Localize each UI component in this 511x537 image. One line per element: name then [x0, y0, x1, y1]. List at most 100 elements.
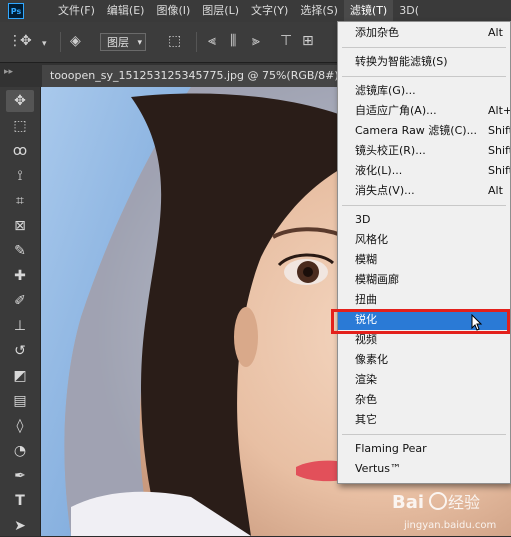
menu-item-shortcut: Alt: [488, 184, 503, 197]
baidu-watermark: Bai 经验 jingyan.baidu.com: [392, 492, 496, 531]
filter-menu-item[interactable]: 模糊: [338, 250, 510, 270]
menu-item-label: Flaming Pear: [355, 442, 427, 455]
auto-select-type-select[interactable]: 图层 ▾: [100, 33, 146, 51]
menu-item-shortcut: Shift: [488, 124, 511, 137]
filter-menu-item[interactable]: 转换为智能滤镜(S): [338, 52, 510, 72]
menu-item-label: 渲染: [355, 373, 377, 386]
move-tool-icon[interactable]: ✥: [20, 32, 32, 50]
filter-menu-item[interactable]: 滤镜库(G)...: [338, 81, 510, 101]
watermark-brand: Bai: [392, 492, 424, 513]
eyedropper-tool-icon[interactable]: ✎: [6, 240, 34, 262]
auto-select-layers-icon[interactable]: ◈: [70, 32, 81, 50]
menu-item[interactable]: 编辑(E): [101, 0, 151, 22]
lasso-tool-icon[interactable]: ꝏ: [6, 140, 34, 162]
dodge-tool-icon[interactable]: ◔: [6, 440, 34, 462]
filter-menu-item[interactable]: 液化(L)... Shift: [338, 161, 511, 181]
menu-separator: [342, 434, 506, 435]
document-tab[interactable]: tooopen_sy_151253125345775.jpg @ 75%(RGB…: [42, 65, 362, 87]
filter-menu-item[interactable]: 渲染: [338, 370, 510, 390]
transform-controls-icon[interactable]: ⬚: [168, 32, 181, 50]
align-left-icon[interactable]: ⫷: [208, 32, 216, 50]
menu-item-label: 像素化: [355, 353, 388, 366]
menu-item[interactable]: 选择(S): [294, 0, 344, 22]
filter-menu-item[interactable]: Camera Raw 滤镜(C)... Shift: [338, 121, 511, 141]
filter-menu-item[interactable]: Vertus™: [338, 459, 510, 479]
watermark-url: jingyan.baidu.com: [403, 520, 496, 531]
divider: [196, 32, 197, 52]
photoshop-logo-icon: Ps: [8, 3, 24, 19]
menu-item-label: 转换为智能滤镜(S): [355, 55, 448, 68]
filter-menu-item[interactable]: 杂色: [338, 390, 510, 410]
menu-item-label: 镜头校正(R)...: [355, 144, 426, 157]
filter-menu-item[interactable]: 风格化: [338, 230, 510, 250]
toolbox: ✥ ⬚ ꝏ ⟟ ⌗ ⊠ ✎ ✚ ✐ ⊥ ↺ ◩ ▤ ◊ ◔ ✒ T ➤: [0, 87, 41, 536]
filter-menu-item[interactable]: 像素化: [338, 350, 510, 370]
menu-item-label: 自适应广角(A)...: [355, 104, 437, 117]
menu-item-label: 滤镜库(G)...: [355, 84, 416, 97]
menu-item-label: Vertus™: [355, 462, 401, 475]
menu-item[interactable]: 图层(L): [196, 0, 245, 22]
pen-tool-icon[interactable]: ✒: [6, 465, 34, 487]
filter-menu-item[interactable]: 扭曲: [338, 290, 510, 310]
path-select-tool-icon[interactable]: ➤: [6, 515, 34, 537]
gradient-tool-icon[interactable]: ▤: [6, 390, 34, 412]
filter-menu-item[interactable]: 镜头校正(R)... Shift: [338, 141, 511, 161]
menu-item-label: 3D: [355, 213, 371, 226]
tool-preset-dropdown-icon[interactable]: ▾: [42, 35, 47, 53]
menu-item[interactable]: 滤镜(T): [343, 0, 394, 22]
menu-separator: [342, 205, 506, 206]
marquee-tool-icon[interactable]: ⬚: [6, 115, 34, 137]
crop-tool-icon[interactable]: ⌗: [6, 190, 34, 212]
menu-separator: [342, 47, 506, 48]
filter-menu-item[interactable]: 模糊画廊: [338, 270, 510, 290]
align-top-icon[interactable]: ⊤: [280, 32, 292, 50]
watermark-brand2: 经验: [448, 493, 480, 512]
menu-item-label: 消失点(V)...: [355, 184, 415, 197]
menu-item-label: Camera Raw 滤镜(C)...: [355, 124, 478, 137]
filter-menu-item[interactable]: Flaming Pear: [338, 439, 510, 459]
paw-icon: [429, 492, 447, 510]
filter-menu-item[interactable]: 其它: [338, 410, 510, 430]
menu-item[interactable]: 文字(Y): [245, 0, 294, 22]
clone-stamp-tool-icon[interactable]: ⊥: [6, 315, 34, 337]
type-tool-icon[interactable]: T: [6, 490, 34, 512]
annotation-highlight-box: [331, 309, 510, 334]
blur-tool-icon[interactable]: ◊: [6, 415, 34, 437]
menu-item-label: 风格化: [355, 233, 388, 246]
filter-menu-dropdown: 添加杂色 Alt 转换为智能滤镜(S) 滤镜库(G)... 自适应广角(A)... Alt…: [337, 21, 511, 484]
align-middle-icon[interactable]: ⊞: [302, 32, 314, 50]
filter-menu-item[interactable]: 添加杂色 Alt: [338, 23, 510, 43]
menu-item-shortcut: Alt: [488, 26, 503, 39]
brush-tool-icon[interactable]: ✐: [6, 290, 34, 312]
align-center-icon[interactable]: ⫼: [230, 32, 236, 50]
divider: [60, 32, 61, 52]
menu-item-shortcut: Alt+Shift: [488, 104, 511, 117]
menu-separator: [342, 76, 506, 77]
menu-item-label: 模糊: [355, 253, 377, 266]
menu-item-label: 模糊画廊: [355, 273, 399, 286]
healing-brush-tool-icon[interactable]: ✚: [6, 265, 34, 287]
menu-item[interactable]: 图像(I): [150, 0, 196, 22]
move-tool-icon[interactable]: ✥: [6, 90, 34, 112]
menu-bar: Ps 文件(F) 编辑(E) 图像(I) 图层(L) 文字(Y) 选择(S) 滤镜(T) 3D…: [0, 0, 511, 22]
filter-menu-item[interactable]: 3D: [338, 210, 510, 230]
document-tab-title: tooopen_sy_151253125345775.jpg @ 75%(RGB…: [50, 69, 339, 82]
eraser-tool-icon[interactable]: ◩: [6, 365, 34, 387]
history-brush-tool-icon[interactable]: ↺: [6, 340, 34, 362]
menu-item-label: 杂色: [355, 393, 377, 406]
filter-menu-item[interactable]: 自适应广角(A)... Alt+Shift: [338, 101, 511, 121]
menu-item[interactable]: 3D(: [393, 0, 425, 22]
mouse-cursor-icon: [471, 314, 483, 331]
frame-tool-icon[interactable]: ⊠: [6, 215, 34, 237]
menu-item-shortcut: Shift: [488, 164, 511, 177]
filter-menu-item[interactable]: 消失点(V)... Alt: [338, 181, 510, 201]
collapse-panel-icon[interactable]: ▸▸: [4, 67, 13, 77]
align-right-icon[interactable]: ⫸: [252, 32, 260, 50]
quick-select-tool-icon[interactable]: ⟟: [6, 165, 34, 187]
menu-item-label: 扭曲: [355, 293, 377, 306]
menu-item-label: 其它: [355, 413, 377, 426]
menu-item-label: 添加杂色: [355, 26, 399, 39]
menu-item-shortcut: Shift: [488, 144, 511, 157]
menu-item-label: 液化(L)...: [355, 164, 403, 177]
menu-item[interactable]: 文件(F): [52, 0, 101, 22]
